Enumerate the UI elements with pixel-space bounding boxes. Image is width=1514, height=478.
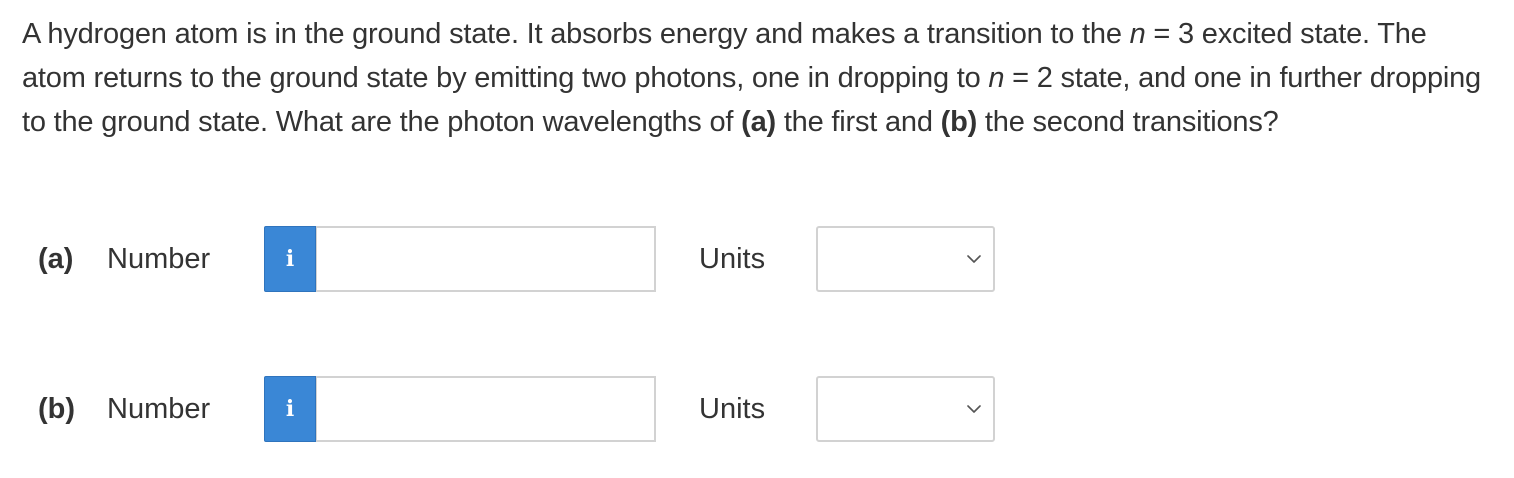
number-label: Number	[107, 393, 211, 425]
part-label: (a)	[38, 243, 74, 275]
units-select-b[interactable]	[816, 376, 995, 442]
info-button[interactable]: i	[264, 226, 316, 292]
part-b-reference: (b)	[940, 106, 978, 138]
question-segment: A hydrogen atom is in the ground state. …	[22, 18, 1130, 50]
units-select-a[interactable]	[816, 226, 995, 292]
question-segment: the first and	[775, 106, 941, 138]
question-segment: the second transitions?	[977, 106, 1279, 138]
info-icon: i	[285, 396, 295, 422]
answer-row-a: (a) Number i Units	[0, 226, 1514, 292]
variable-n: n	[988, 62, 1005, 94]
number-label: Number	[107, 243, 211, 275]
info-icon: i	[285, 246, 295, 272]
part-a-reference: (a)	[741, 106, 776, 138]
units-label: Units	[699, 393, 766, 425]
variable-n: n	[1129, 18, 1146, 50]
answer-row-b: (b) Number i Units	[0, 376, 1514, 442]
number-input-a[interactable]	[316, 226, 656, 292]
chevron-down-icon	[967, 255, 981, 263]
chevron-down-icon	[967, 405, 981, 413]
part-label: (b)	[38, 393, 76, 425]
question-text: A hydrogen atom is in the ground state. …	[22, 12, 1492, 144]
number-input-b[interactable]	[316, 376, 656, 442]
info-button[interactable]: i	[264, 376, 316, 442]
units-label: Units	[699, 243, 766, 275]
